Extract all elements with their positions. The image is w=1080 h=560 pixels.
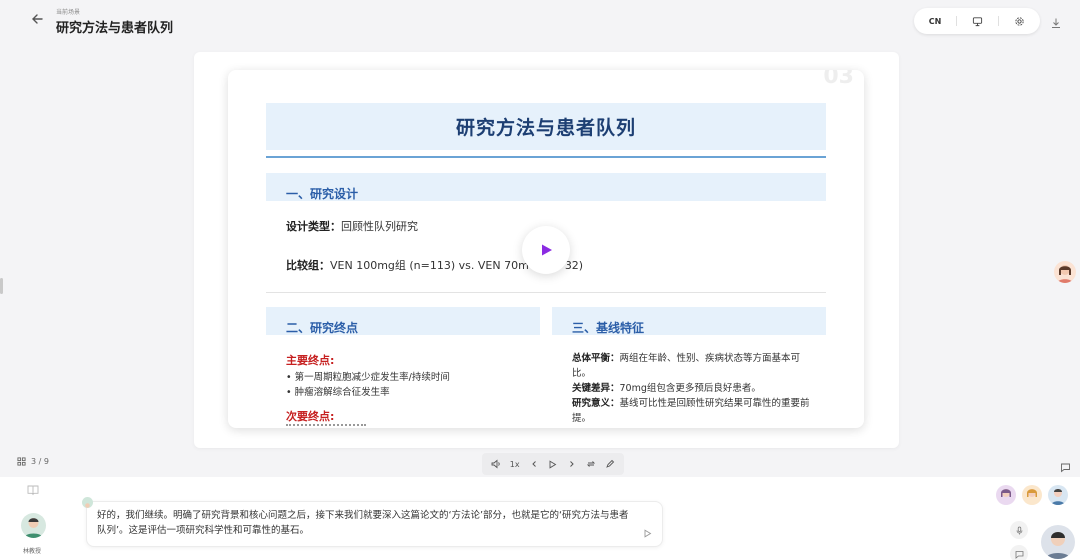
slide-title-band: 研究方法与患者队列 (266, 103, 826, 150)
section-divider (266, 292, 826, 293)
compare-group-value: VEN 100mg组 (n=113) vs. VEN 70m (330, 259, 529, 272)
chat-icon (1015, 550, 1023, 559)
message-text: 好的，我们继续。明确了研究背景和核心问题之后，接下来我们就要深入这篇论文的‘方法… (97, 510, 629, 536)
play-button[interactable] (522, 226, 570, 274)
user-avatar[interactable] (1041, 525, 1075, 559)
monitor-button[interactable] (956, 8, 998, 34)
loop-icon (587, 461, 596, 467)
play-pause-button[interactable] (545, 456, 561, 472)
message-bubble: 好的，我们继续。明确了研究背景和核心问题之后，接下来我们就要深入这篇论文的‘方法… (86, 501, 663, 547)
section-endpoints: 二、研究终点 (266, 307, 540, 335)
participant-list (996, 485, 1068, 505)
loop-button[interactable] (583, 456, 599, 472)
primary-endpoint-item: • 第一周期粒胞减少症发生率/持续时间 (286, 372, 450, 383)
slide-title: 研究方法与患者队列 (455, 117, 636, 139)
presenter-avatar[interactable] (1054, 261, 1076, 283)
message-avatar (82, 497, 93, 508)
prev-button[interactable] (526, 456, 542, 472)
language-label: CN (928, 16, 942, 26)
microphone-button[interactable] (1010, 521, 1028, 539)
chevron-right-icon (570, 461, 574, 467)
scene-label: 当前场景 (56, 9, 81, 16)
design-type-line: 设计类型：回顾性队列研究 (286, 218, 418, 234)
annotate-button[interactable] (602, 456, 618, 472)
grid-icon (17, 457, 26, 466)
participant-avatar[interactable] (1022, 485, 1042, 505)
title-divider (266, 156, 826, 158)
page-title: 研究方法与患者队列 (56, 21, 174, 36)
chat-area: 林教授 好的，我们继续。明确了研究背景和核心问题之后，接下来我们就要深入这篇论文… (0, 477, 1080, 560)
compare-group-tail: 32) (564, 259, 584, 272)
design-type-value: 回顾性队列研究 (341, 220, 418, 233)
comment-icon[interactable] (1060, 458, 1072, 473)
page-indicator-text: 3 / 9 (31, 457, 49, 466)
balance-line: 总体平衡：两组在年龄、性别、疾病状态等方面基本可比。 (572, 351, 818, 381)
top-bar: 当前场景 研究方法与患者队列 CN (0, 0, 1080, 44)
message-play-icon[interactable] (643, 528, 652, 538)
host-name: 林教授 (23, 548, 42, 555)
chevron-left-icon (532, 461, 536, 467)
monitor-icon (972, 16, 982, 26)
baseline-details: 总体平衡：两组在年龄、性别、疾病状态等方面基本可比。 关键差异：70mg组包含更… (572, 351, 818, 426)
primary-endpoint-item: • 肿瘤溶解综合征发生率 (286, 387, 390, 398)
volume-icon (491, 459, 500, 469)
host-avatar[interactable] (21, 513, 46, 538)
page-indicator[interactable]: 3 / 9 (17, 457, 49, 466)
diff-value: 70mg组包含更多预后良好患者。 (619, 383, 761, 394)
balance-label: 总体平衡： (572, 353, 620, 364)
language-button[interactable]: CN (914, 8, 956, 34)
play-outline-icon (550, 459, 557, 469)
gear-icon (1014, 16, 1024, 26)
playback-controls: 3 / 9 1x (0, 453, 1080, 475)
next-button[interactable] (564, 456, 580, 472)
diff-line: 关键差异：70mg组包含更多预后良好患者。 (572, 381, 818, 396)
left-panel-handle[interactable] (0, 278, 3, 294)
participant-avatar[interactable] (1048, 485, 1068, 505)
back-arrow-icon[interactable] (28, 12, 46, 30)
settings-button[interactable] (998, 8, 1040, 34)
cut-off-text (286, 424, 366, 428)
microphone-icon (1016, 526, 1022, 534)
volume-button[interactable] (488, 456, 504, 472)
download-icon[interactable] (1050, 14, 1064, 28)
speed-button[interactable]: 1x (507, 456, 523, 472)
participant-avatar[interactable] (996, 485, 1016, 505)
pen-icon (606, 459, 615, 468)
meaning-line: 研究意义：基线可比性是回顾性研究结果可靠性的重要前提。 (572, 396, 818, 426)
play-icon (542, 244, 552, 256)
book-icon[interactable] (26, 482, 40, 496)
section-design: 一、研究设计 (266, 173, 826, 201)
design-type-label: 设计类型： (286, 220, 341, 233)
section-baseline-heading: 三、基线特征 (572, 321, 645, 335)
meaning-label: 研究意义： (572, 398, 620, 409)
chat-button[interactable] (1010, 545, 1028, 560)
compare-group-label: 比较组： (286, 259, 330, 272)
secondary-endpoint-label: 次要终点: (286, 410, 335, 423)
primary-endpoint-label: 主要终点: (286, 354, 335, 367)
diff-label: 关键差异： (572, 383, 620, 394)
playback-toolbar: 1x (482, 453, 624, 475)
slide-number: 03 (823, 70, 854, 89)
section-baseline: 三、基线特征 (552, 307, 826, 335)
top-toolbar: CN (914, 8, 1040, 34)
section-endpoints-heading: 二、研究终点 (286, 321, 359, 335)
section-design-heading: 一、研究设计 (286, 187, 359, 201)
